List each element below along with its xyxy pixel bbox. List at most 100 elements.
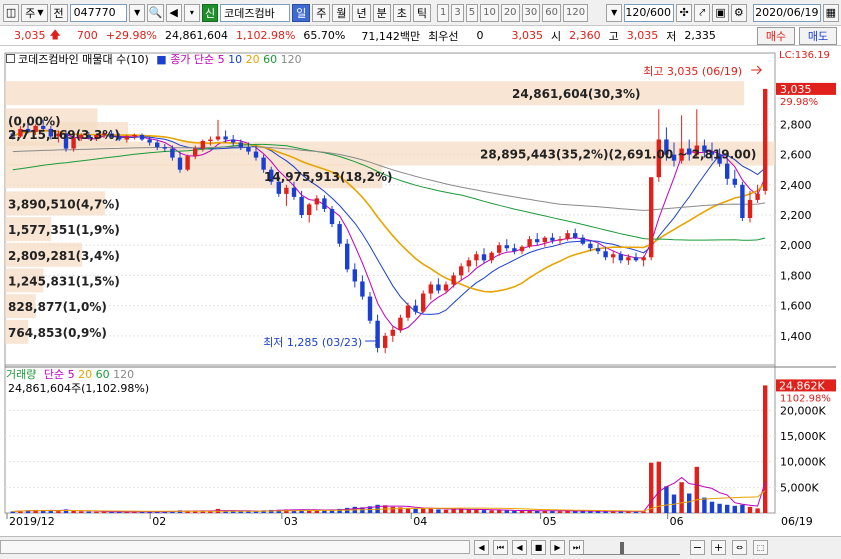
up-arrow-icon: 🡅 — [49, 28, 61, 41]
main-toolbar: ◫ 주 ▼ 전 047770 ▼ 🔍 ◀ ▾ 신 코데즈컴바 일주월년분초틱 13… — [0, 0, 841, 26]
interval-button-1[interactable]: 1 — [436, 3, 450, 22]
calendar-icon[interactable]: ▦ — [822, 3, 839, 22]
price-tick-label: 1,600 — [780, 300, 812, 313]
fit-icon[interactable]: ⇔ — [732, 540, 747, 555]
interval-button-30[interactable]: 30 — [521, 3, 541, 22]
stock-code-input[interactable]: 047770 — [69, 3, 128, 22]
volume-bar — [443, 509, 449, 513]
candle-body — [421, 293, 426, 312]
volume-bar — [436, 509, 441, 513]
zoom-out-icon[interactable]: − — [690, 540, 705, 555]
speaker-icon[interactable]: ◀ — [165, 3, 182, 22]
volume-profile-label: 28,895,443(35,2%)(2,691.00 ~ 2,819.00) — [480, 148, 756, 162]
crosshair-icon[interactable]: ✣ — [676, 3, 693, 22]
open-value: 2,360 — [569, 29, 601, 42]
interval-button-5[interactable]: 5 — [465, 3, 479, 22]
tab-period-1[interactable]: 주 — [312, 3, 331, 22]
price-tick-label: 2,000 — [780, 239, 812, 252]
interval-button-120[interactable]: 120 — [563, 3, 589, 22]
candle-body — [124, 136, 129, 140]
zoom-in-icon[interactable]: + — [711, 540, 726, 555]
candle-body — [595, 248, 601, 252]
forward-icon[interactable]: ▶ — [550, 540, 565, 555]
volume-bar — [664, 486, 669, 513]
chevron-down-icon: ▼ — [37, 8, 44, 17]
best-value: 0 — [476, 29, 484, 42]
tab-period-4[interactable]: 분 — [372, 3, 391, 22]
candle-body — [436, 284, 441, 291]
volume-bar — [481, 510, 487, 513]
low-arrow-icon — [365, 336, 380, 346]
prev-button[interactable]: 전 — [49, 3, 68, 22]
zoom-handle[interactable] — [620, 542, 624, 554]
interval-button-10[interactable]: 10 — [480, 3, 499, 22]
volume-profile-label: 2,809,281(3,4%) — [8, 249, 120, 263]
volume-bar — [413, 508, 418, 513]
candle-body — [345, 243, 350, 270]
candle-body — [633, 257, 639, 261]
candle-body — [641, 257, 646, 261]
volume-tick-label: 20,000K — [780, 404, 826, 417]
interval-button-3[interactable]: 3 — [451, 3, 464, 22]
chevron-down-icon[interactable]: ▼ — [129, 3, 146, 22]
period-tabs: 일주월년분초틱 — [292, 3, 433, 22]
ma-20-label: 20 — [245, 53, 260, 66]
options-icon[interactable]: ▾ — [183, 3, 200, 22]
chart-nav-bar: ◀ ⏮ ◀ ■ ▶ ⏭ − + ⇔ ⬚ — [0, 536, 841, 559]
candle-body — [557, 239, 563, 241]
sell-button[interactable]: 매도 — [799, 27, 837, 45]
volume-bar — [649, 462, 654, 513]
volume-bar — [466, 509, 471, 513]
interval-buttons: 1 3 5 10 20 30 60 120 — [436, 3, 590, 22]
candle-body — [185, 156, 190, 170]
high-value: 3,035 — [626, 29, 659, 42]
scroll-first-icon[interactable]: ◀ — [474, 540, 489, 555]
count-field[interactable]: 120/600 — [624, 3, 675, 22]
volume-bar — [86, 511, 91, 513]
candle-body — [504, 245, 509, 249]
market-label: 주 — [25, 6, 36, 20]
window-icon[interactable]: ◫ — [3, 3, 20, 22]
tab-period-0[interactable]: 일 — [292, 3, 311, 22]
chart-line-icon[interactable]: ⤤ — [694, 3, 711, 22]
interval-button-60[interactable]: 60 — [542, 3, 562, 22]
zoom-slider[interactable] — [580, 540, 680, 555]
candle-body — [466, 260, 471, 267]
candle-body — [413, 305, 418, 312]
stop-icon[interactable]: ■ — [531, 540, 546, 555]
stock-chart[interactable]: 1,400 1,600 1,800 2,000 2,200 2,400 2,600 2,800… — [0, 47, 841, 559]
save-icon[interactable]: ▣ — [712, 3, 729, 22]
tab-period-3[interactable]: 년 — [352, 3, 371, 22]
interval-button-20[interactable]: 20 — [500, 3, 520, 22]
volume-ratio-value: 1,102.98% — [235, 29, 296, 42]
tab-period-2[interactable]: 월 — [332, 3, 351, 22]
rewind-icon[interactable]: ⏮ — [493, 540, 508, 555]
candle-body — [603, 251, 608, 258]
maximize-icon[interactable]: ⬚ — [753, 540, 768, 555]
search-icon[interactable]: 🔍 — [147, 3, 164, 22]
volume-bar — [694, 466, 699, 513]
candle-body — [398, 317, 403, 330]
date-field[interactable]: 2020/06/19 — [752, 3, 821, 22]
buy-button[interactable]: 매수 — [757, 27, 795, 45]
volume-bar — [717, 503, 722, 513]
current-volume-pct: 1102.98% — [780, 393, 831, 404]
volume-tick-label: 5,000K — [780, 481, 819, 494]
volume-bar — [702, 497, 707, 513]
price-tick-label: 2,400 — [780, 179, 812, 192]
tab-period-6[interactable]: 틱 — [412, 3, 431, 22]
volume-profile-label: 828,877(1,0%) — [8, 300, 107, 314]
market-select[interactable]: 주 ▼ — [21, 3, 48, 22]
gear-icon[interactable]: ⚙ — [730, 3, 747, 22]
candle-body — [565, 233, 570, 240]
candle-body — [725, 163, 730, 179]
volume-profile-label: 24,861,604(30,3%) — [512, 87, 641, 101]
candle-body — [535, 239, 540, 243]
volume-bar — [747, 506, 753, 513]
chart-scrollbar[interactable] — [0, 540, 470, 554]
candle-body — [405, 305, 411, 318]
chevron-down-icon[interactable]: ▼ — [606, 3, 623, 22]
tab-period-5[interactable]: 초 — [392, 3, 411, 22]
x-tick-label: 02 — [152, 515, 166, 528]
back-icon[interactable]: ◀ — [512, 540, 527, 555]
